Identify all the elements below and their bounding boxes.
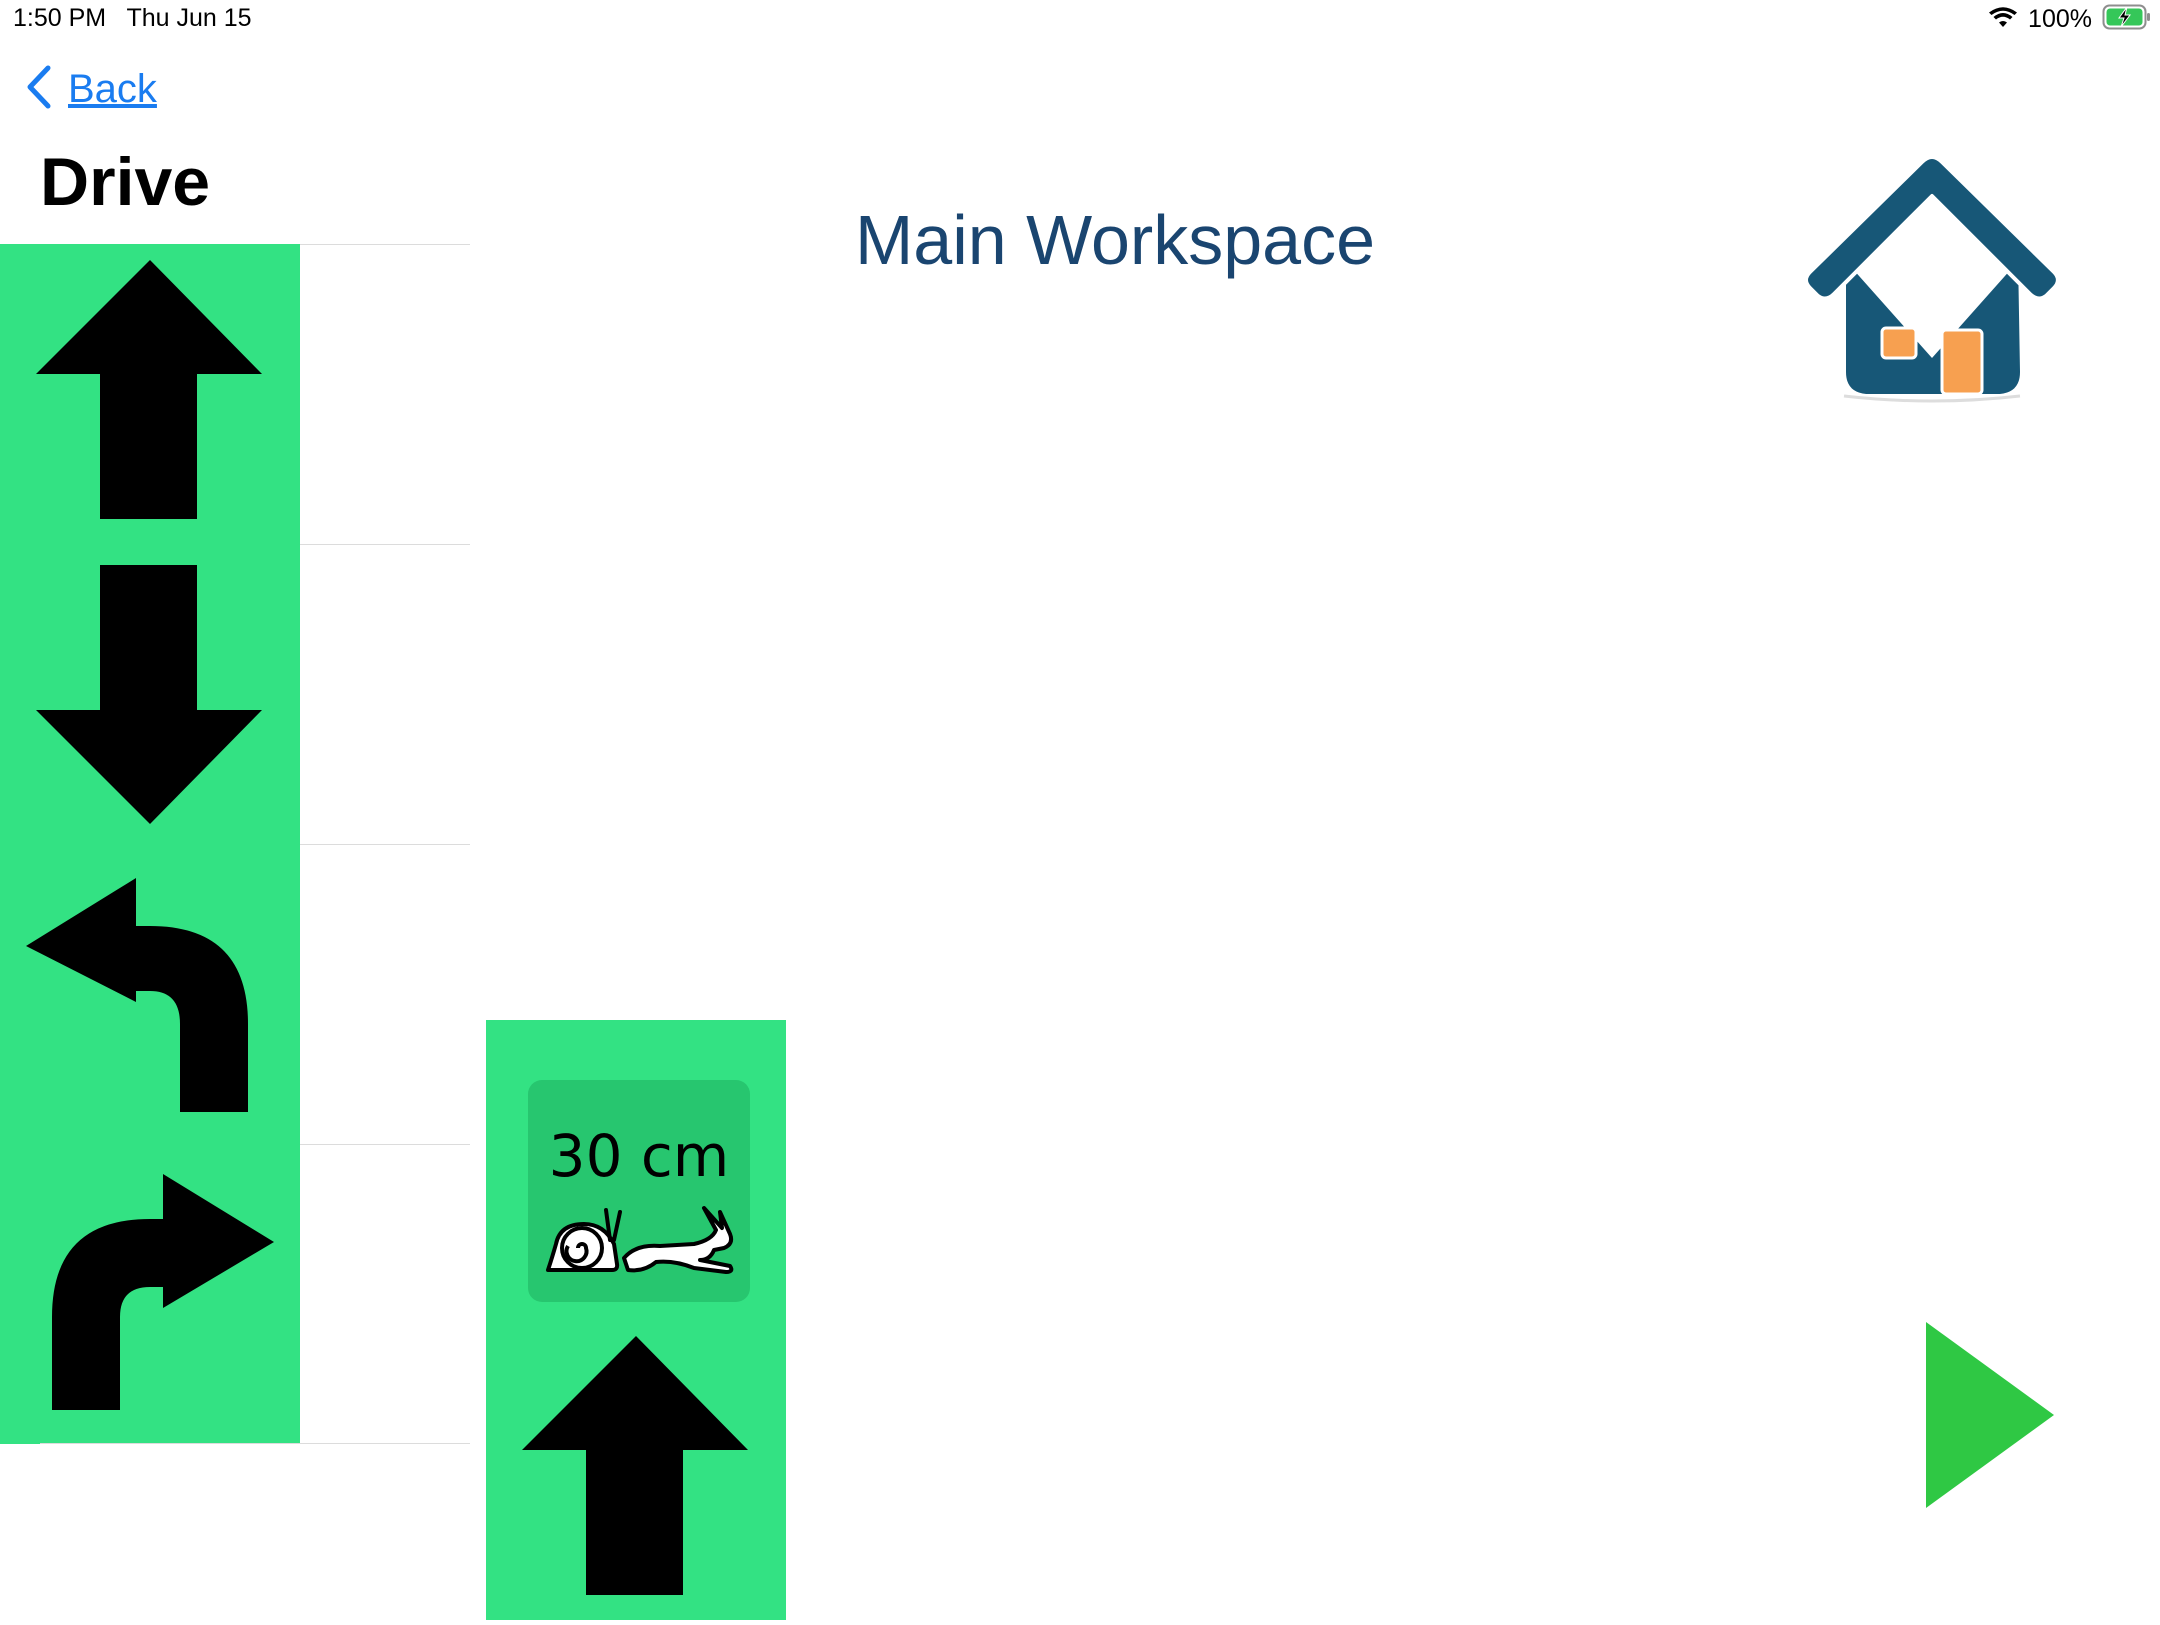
play-button[interactable] [1920,1320,2060,1510]
speed-icons [546,1206,734,1274]
palette-block-turn-left[interactable] [0,844,300,1144]
status-indicators: 100% [1988,3,2152,35]
program-block-drive-forward[interactable]: 30 cm [486,1020,786,1620]
palette-block-forward[interactable] [0,244,300,544]
back-label: Back [68,66,157,111]
program-block-forward-arrow[interactable] [486,1320,786,1620]
workspace-title: Main Workspace [854,201,1375,279]
divider [40,1443,470,1444]
distance-label: 30 cm [548,1122,730,1190]
battery-charging-icon [2102,4,2152,35]
status-bar: 1:50 PM Thu Jun 15 100% [0,0,2160,40]
turn-left-arrow-icon [26,878,248,1112]
rabbit-icon [622,1206,734,1274]
turn-right-arrow-icon [52,1174,274,1410]
speed-distance-chip[interactable]: 30 cm [528,1080,750,1302]
snail-icon [546,1208,622,1272]
back-button[interactable]: Back [24,64,157,114]
home-icon [1804,155,2060,403]
drive-palette [0,244,470,1444]
home-button[interactable] [1800,150,2070,410]
wifi-icon [1988,5,2018,34]
arrow-down-icon [36,565,262,824]
arrow-up-icon [522,1336,748,1595]
arrow-up-icon [36,260,262,519]
play-icon [1926,1322,2054,1508]
status-time: 1:50 PM Thu Jun 15 [13,4,252,32]
palette-block-turn-right[interactable] [0,1144,300,1444]
battery-percent: 100% [2028,4,2092,33]
sidebar-title: Drive [40,144,211,220]
chevron-left-icon [24,64,54,115]
palette-block-backward[interactable] [0,544,300,844]
